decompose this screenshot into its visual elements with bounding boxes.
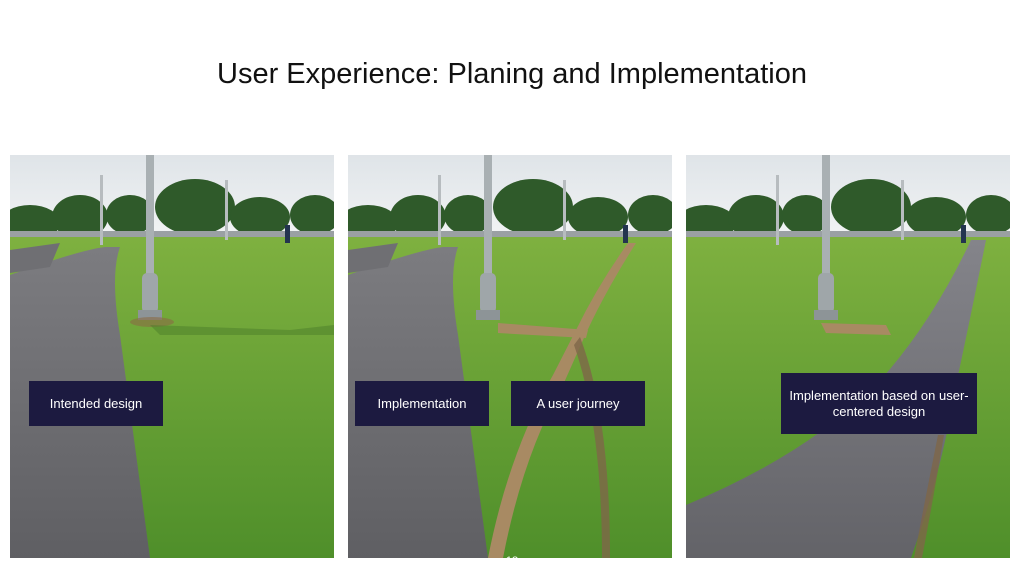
park-photo-implementation	[348, 155, 672, 558]
page-number: 18	[0, 550, 1024, 558]
photo-implementation: Implementation A user journey	[348, 155, 672, 558]
park-photo-intended	[10, 155, 334, 558]
park-photo-user-centered	[686, 155, 1010, 558]
label-user-centered-design: Implementation based on user-centered de…	[781, 373, 977, 434]
photo-user-centered: Implementation based on user-centered de…	[686, 155, 1010, 558]
slide-title: User Experience: Planing and Implementat…	[217, 58, 807, 90]
label-intended-design: Intended design	[29, 381, 163, 426]
photo-intended-design: Intended design	[10, 155, 334, 558]
label-implementation: Implementation	[355, 381, 489, 426]
label-user-journey: A user journey	[511, 381, 645, 426]
